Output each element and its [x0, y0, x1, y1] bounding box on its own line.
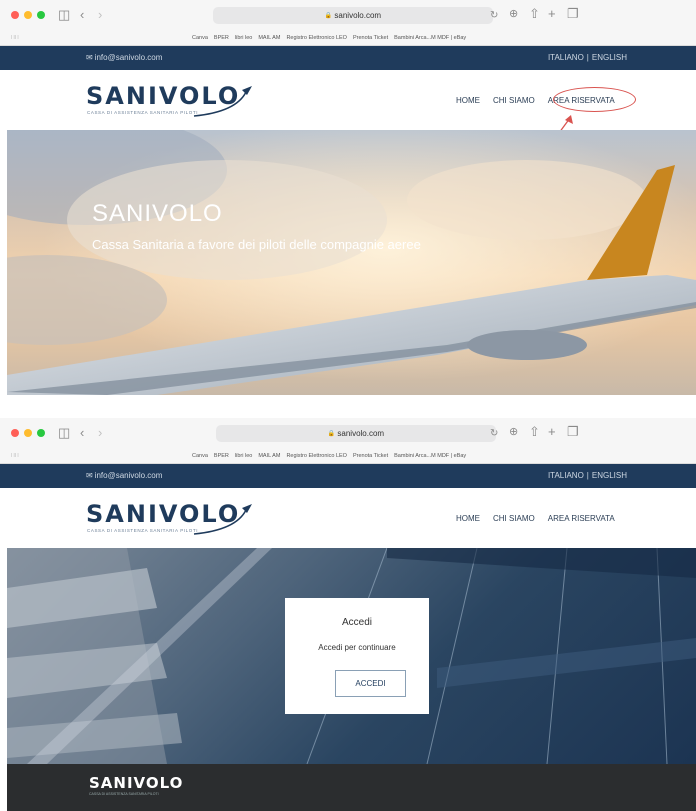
- plane-swoosh-icon: [193, 86, 252, 117]
- url-text: sanivolo.com: [337, 429, 385, 438]
- download-icon[interactable]: ⊕: [509, 426, 518, 439]
- browser-titlebar: ◫ ‹ › 🔒 sanivolo.com ↻ ⊕ ⇧ + ❐: [0, 418, 696, 448]
- back-icon[interactable]: ‹: [80, 426, 84, 439]
- hero-banner: SANIVOLO Cassa Sanitaria a favore dei pi…: [7, 130, 696, 395]
- address-bar[interactable]: 🔒 sanivolo.com: [213, 7, 493, 24]
- nav-chi-siamo[interactable]: CHI SIAMO: [493, 96, 535, 105]
- mail-icon: ✉: [86, 53, 93, 62]
- footer-logo[interactable]: SANIVOLO CASSA DI ASSISTENZA SANITARIA P…: [89, 774, 184, 796]
- annotation-circle: [553, 87, 636, 112]
- grid-icon[interactable]: ∷∷: [11, 34, 19, 41]
- close-window-button[interactable]: [11, 429, 19, 437]
- site-topbar: ✉ info@sanivolo.com ITALIANO | ENGLISH: [0, 46, 696, 70]
- login-message: Accedi per continuare: [318, 643, 396, 652]
- mail-icon: ✉: [86, 471, 93, 480]
- nav-home[interactable]: HOME: [456, 96, 480, 105]
- bookmark-item[interactable]: Registro Elettronico LEO: [286, 453, 347, 459]
- zoom-window-button[interactable]: [37, 11, 45, 19]
- url-text: sanivolo.com: [334, 11, 382, 20]
- reload-icon[interactable]: ↻: [490, 9, 498, 22]
- site-footer: SANIVOLO CASSA DI ASSISTENZA SANITARIA P…: [7, 764, 696, 811]
- lang-english[interactable]: ENGLISH: [592, 471, 627, 480]
- email-link[interactable]: ✉ info@sanivolo.com: [86, 53, 162, 62]
- share-icon[interactable]: ⇧: [529, 425, 540, 438]
- bookmark-item[interactable]: Bambini Arca...M MDF | eBay: [394, 453, 466, 459]
- nav-chi-siamo[interactable]: CHI SIAMO: [493, 514, 535, 523]
- bookmark-item[interactable]: MAIL AM: [258, 453, 280, 459]
- sidebar-toggle-icon[interactable]: ◫: [58, 426, 70, 439]
- reload-icon[interactable]: ↻: [490, 427, 498, 440]
- hero-sky-image: [7, 130, 696, 395]
- nav-home[interactable]: HOME: [456, 514, 480, 523]
- address-bar[interactable]: 🔒 sanivolo.com: [216, 425, 496, 442]
- back-icon[interactable]: ‹: [80, 8, 84, 21]
- login-title: Accedi: [341, 617, 372, 628]
- language-switcher: ITALIANO | ENGLISH: [548, 471, 627, 480]
- bookmark-item[interactable]: libri leo: [235, 35, 252, 41]
- lang-english[interactable]: ENGLISH: [592, 53, 627, 62]
- plane-swoosh-icon: [193, 504, 252, 535]
- forward-icon[interactable]: ›: [98, 8, 102, 21]
- sidebar-toggle-icon[interactable]: ◫: [58, 8, 70, 21]
- nav-area-riservata[interactable]: AREA RISERVATA: [548, 514, 615, 523]
- hero-subtitle: Cassa Sanitaria a favore dei piloti dell…: [92, 237, 421, 252]
- footer-logo-word: SANIVOLO: [89, 774, 184, 792]
- minimize-window-button[interactable]: [24, 429, 32, 437]
- language-switcher: ITALIANO | ENGLISH: [548, 53, 627, 62]
- share-icon[interactable]: ⇧: [529, 7, 540, 20]
- bookmark-item[interactable]: Prenota Ticket: [353, 453, 388, 459]
- new-tab-icon[interactable]: +: [548, 425, 556, 438]
- bookmark-item[interactable]: Canva: [192, 35, 208, 41]
- lock-icon: 🔒: [327, 431, 336, 437]
- footer-logo-tagline: CASSA DI ASSISTENZA SANITARIA PILOTI: [89, 792, 159, 796]
- login-banner: Accedi Accedi per continuare ACCEDI: [7, 548, 696, 764]
- bookmarks-bar: ∷∷ Canva BPER libri leo MAIL AM Registro…: [0, 30, 696, 46]
- grid-icon[interactable]: ∷∷: [11, 452, 19, 459]
- lock-icon: 🔒: [324, 13, 333, 19]
- site-header: SANIVOLO CASSA DI ASSISTENZA SANITARIA P…: [0, 488, 696, 548]
- site-logo[interactable]: SANIVOLO CASSA DI ASSISTENZA SANITARIA P…: [86, 82, 256, 122]
- lang-separator: |: [586, 53, 589, 62]
- new-tab-icon[interactable]: +: [548, 7, 556, 20]
- zoom-window-button[interactable]: [37, 429, 45, 437]
- close-window-button[interactable]: [11, 11, 19, 19]
- tab-overview-icon[interactable]: ❐: [567, 7, 579, 20]
- email-link[interactable]: ✉ info@sanivolo.com: [86, 471, 162, 480]
- forward-icon[interactable]: ›: [98, 426, 102, 439]
- site-logo[interactable]: SANIVOLO CASSA DI ASSISTENZA SANITARIA P…: [86, 500, 256, 540]
- bookmark-item[interactable]: BPER: [214, 453, 229, 459]
- bookmark-item[interactable]: Bambini Arca...M MDF | eBay: [394, 35, 466, 41]
- bookmark-item[interactable]: Registro Elettronico LEO: [286, 35, 347, 41]
- email-text: info@sanivolo.com: [94, 53, 163, 62]
- minimize-window-button[interactable]: [24, 11, 32, 19]
- bookmarks-bar: ∷∷ Canva BPER libri leo MAIL AM Registro…: [0, 448, 696, 464]
- lang-separator: |: [586, 471, 589, 480]
- hero-title: SANIVOLO: [92, 200, 223, 227]
- main-nav: HOME CHI SIAMO AREA RISERVATA: [456, 514, 615, 523]
- bookmark-item[interactable]: Canva: [192, 453, 208, 459]
- download-icon[interactable]: ⊕: [509, 8, 518, 21]
- screenshot-home: ◫ ‹ › 🔒 sanivolo.com ↻ ⊕ ⇧ + ❐ ∷∷ Canva …: [0, 0, 696, 398]
- tab-overview-icon[interactable]: ❐: [567, 425, 579, 438]
- bookmark-item[interactable]: MAIL AM: [258, 35, 280, 41]
- email-text: info@sanivolo.com: [94, 471, 163, 480]
- bookmark-item[interactable]: libri leo: [235, 453, 252, 459]
- login-card: Accedi Accedi per continuare ACCEDI: [285, 598, 429, 714]
- bookmark-item[interactable]: BPER: [214, 35, 229, 41]
- screenshot-area-riservata: ◫ ‹ › 🔒 sanivolo.com ↻ ⊕ ⇧ + ❐ ∷∷ Canva …: [0, 418, 696, 811]
- accedi-button[interactable]: ACCEDI: [335, 670, 406, 697]
- lang-italiano[interactable]: ITALIANO: [548, 471, 584, 480]
- browser-titlebar: ◫ ‹ › 🔒 sanivolo.com ↻ ⊕ ⇧ + ❐: [0, 0, 696, 30]
- lang-italiano[interactable]: ITALIANO: [548, 53, 584, 62]
- bookmark-item[interactable]: Prenota Ticket: [353, 35, 388, 41]
- site-topbar: ✉ info@sanivolo.com ITALIANO | ENGLISH: [0, 464, 696, 488]
